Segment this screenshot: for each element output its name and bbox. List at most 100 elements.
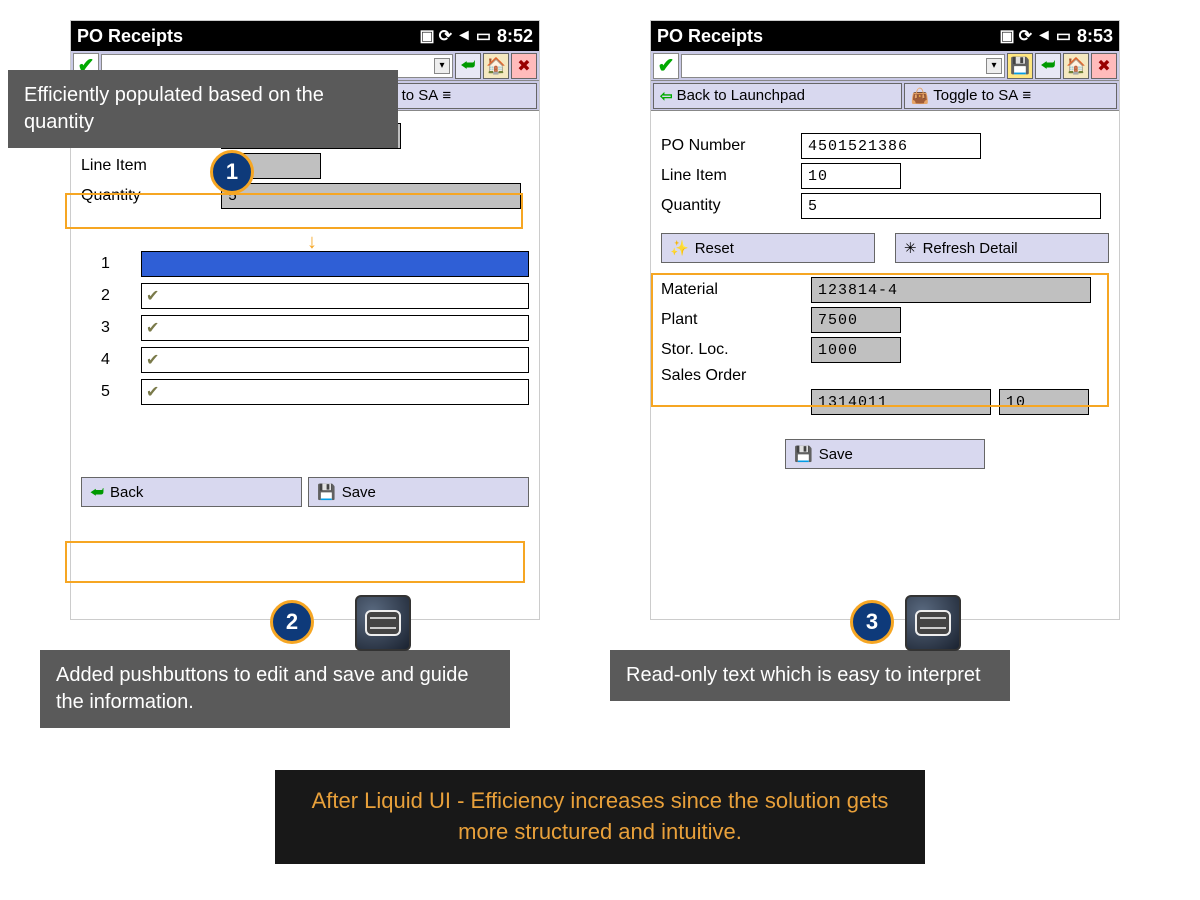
button-row: 💾 Save — [661, 439, 1109, 469]
toolbar-primary: ✔ ▾ 💾 ⮨ 🏠 ✖ — [651, 51, 1119, 81]
disk-icon: 💾 — [317, 483, 336, 501]
status-icons: ▣ ⟳ ◄ ▭ — [419, 26, 491, 46]
refresh-label: Refresh Detail — [923, 240, 1018, 257]
button-row: ⮨ Back 💾 Save — [81, 477, 529, 507]
reset-icon: ✨ — [670, 239, 689, 257]
battery-icon: ▭ — [476, 26, 491, 46]
callout-pushbuttons: Added pushbuttons to edit and save and g… — [40, 650, 510, 728]
check-icon: ✔ — [146, 350, 159, 370]
back-to-launchpad-label: Back to Launchpad — [677, 87, 805, 104]
quantity-label: Quantity — [661, 197, 801, 215]
confirm-icon[interactable]: ✔ — [653, 53, 679, 79]
keyboard-icon[interactable] — [905, 595, 961, 651]
badge-1: 1 — [210, 150, 254, 194]
save-label: Save — [342, 484, 376, 501]
status-icons: ▣ ⟳ ◄ ▭ — [999, 26, 1071, 46]
po-number-label: PO Number — [661, 137, 801, 155]
battery-icon: ▭ — [1056, 26, 1071, 46]
highlight-quantity — [65, 193, 523, 229]
list-icon: ≡ — [1022, 87, 1031, 104]
line-item-label: Line Item — [661, 167, 801, 185]
row-num: 2 — [101, 287, 141, 305]
list-row: 5 ✔ — [101, 377, 529, 407]
dropdown-icon[interactable]: ▾ — [434, 58, 450, 74]
clock: 8:52 — [497, 26, 533, 47]
qty-row: Quantity 5 — [661, 193, 1109, 219]
disk-icon[interactable]: 💾 — [1007, 53, 1033, 79]
save-label: Save — [819, 446, 853, 463]
check-icon: ✔ — [146, 286, 159, 306]
highlight-buttons — [65, 541, 525, 583]
cancel-icon[interactable]: ✖ — [1091, 53, 1117, 79]
row-num: 4 — [101, 351, 141, 369]
refresh-icon: ✳ — [904, 239, 917, 257]
detail-area: Material 123814-4 Plant 7500 Stor. Loc. … — [661, 277, 1109, 415]
back-arrow-icon[interactable]: ⮨ — [455, 53, 481, 79]
line-row: Line Item 10 — [81, 153, 529, 179]
badge-3: 3 — [850, 600, 894, 644]
badge-2: 2 — [270, 600, 314, 644]
back-to-launchpad-button[interactable]: ⇦ Back to Launchpad — [653, 83, 902, 109]
row-input[interactable]: ✔ — [141, 379, 529, 405]
po-row: PO Number 4501521386 — [661, 133, 1109, 159]
status-bar: PO Receipts ▣ ⟳ ◄ ▭ 8:53 — [651, 21, 1119, 51]
row-input[interactable]: ✔ — [141, 315, 529, 341]
app-title: PO Receipts — [657, 26, 999, 47]
screen-icon: ▣ — [419, 26, 434, 46]
content-right: PO Number 4501521386 Line Item 10 Quanti… — [651, 111, 1119, 477]
sync-icon: ⟳ — [439, 26, 452, 46]
content-left: PO Number 4501521387 Line Item 10 Quanti… — [71, 111, 539, 515]
list-row: 2 ✔ — [101, 281, 529, 311]
reset-label: Reset — [695, 240, 734, 257]
check-icon: ✔ — [146, 318, 159, 338]
quantity-field[interactable]: 5 — [801, 193, 1101, 219]
back-label: Back — [110, 484, 143, 501]
cancel-icon[interactable]: ✖ — [511, 53, 537, 79]
line-row: Line Item 10 — [661, 163, 1109, 189]
line-item-label: Line Item — [81, 157, 221, 175]
highlight-detail — [651, 273, 1109, 407]
speaker-icon: ◄ — [1036, 27, 1052, 45]
back-button[interactable]: ⮨ Back — [81, 477, 302, 507]
phone-right: PO Receipts ▣ ⟳ ◄ ▭ 8:53 ✔ ▾ 💾 ⮨ 🏠 ✖ ⇦ B… — [650, 20, 1120, 620]
toggle-button[interactable]: 👜 Toggle to SA ≡ — [904, 83, 1117, 109]
back-arrow-icon[interactable]: ⮨ — [1035, 53, 1061, 79]
status-bar: PO Receipts ▣ ⟳ ◄ ▭ 8:52 — [71, 21, 539, 51]
row-num: 1 — [101, 255, 141, 273]
dropdown-icon[interactable]: ▾ — [986, 58, 1002, 74]
toolbar-secondary: ⇦ Back to Launchpad 👜 Toggle to SA ≡ — [651, 81, 1119, 111]
home-icon[interactable]: 🏠 — [1063, 53, 1089, 79]
arrow-left-icon: ⇦ — [660, 87, 673, 105]
row-num: 3 — [101, 319, 141, 337]
arrow-left-icon: ⮨ — [90, 484, 104, 501]
row-input[interactable]: ✔ — [141, 347, 529, 373]
speaker-icon: ◄ — [456, 27, 472, 45]
sync-icon: ⟳ — [1019, 26, 1032, 46]
bag-icon: 👜 — [911, 87, 930, 105]
refresh-button[interactable]: ✳ Refresh Detail — [895, 233, 1109, 263]
po-number-field[interactable]: 4501521386 — [801, 133, 981, 159]
save-button[interactable]: 💾 Save — [308, 477, 529, 507]
row-input-selected[interactable] — [141, 251, 529, 277]
line-item-field[interactable]: 10 — [801, 163, 901, 189]
home-icon[interactable]: 🏠 — [483, 53, 509, 79]
arrow-down-icon: ↓ — [307, 231, 317, 254]
row-num: 5 — [101, 383, 141, 401]
list-row: 4 ✔ — [101, 345, 529, 375]
check-icon: ✔ — [146, 382, 159, 402]
list-icon: ≡ — [442, 87, 451, 104]
reset-button[interactable]: ✨ Reset — [661, 233, 875, 263]
callout-readonly: Read-only text which is easy to interpre… — [610, 650, 1010, 701]
screen-icon: ▣ — [999, 26, 1014, 46]
callout-efficient: Efficiently populated based on the quant… — [8, 70, 398, 148]
keyboard-icon[interactable] — [355, 595, 411, 651]
row-input[interactable]: ✔ — [141, 283, 529, 309]
clock: 8:53 — [1077, 26, 1113, 47]
list-row: 3 ✔ — [101, 313, 529, 343]
list-area: 1 2 ✔ 3 ✔ 4 ✔ 5 ✔ — [101, 249, 529, 407]
toggle-label: Toggle to SA — [933, 87, 1018, 104]
detail-buttons: ✨ Reset ✳ Refresh Detail — [661, 233, 1109, 263]
command-field[interactable]: ▾ — [681, 54, 1005, 78]
footer-caption: After Liquid UI - Efficiency increases s… — [275, 770, 925, 864]
save-button[interactable]: 💾 Save — [785, 439, 985, 469]
